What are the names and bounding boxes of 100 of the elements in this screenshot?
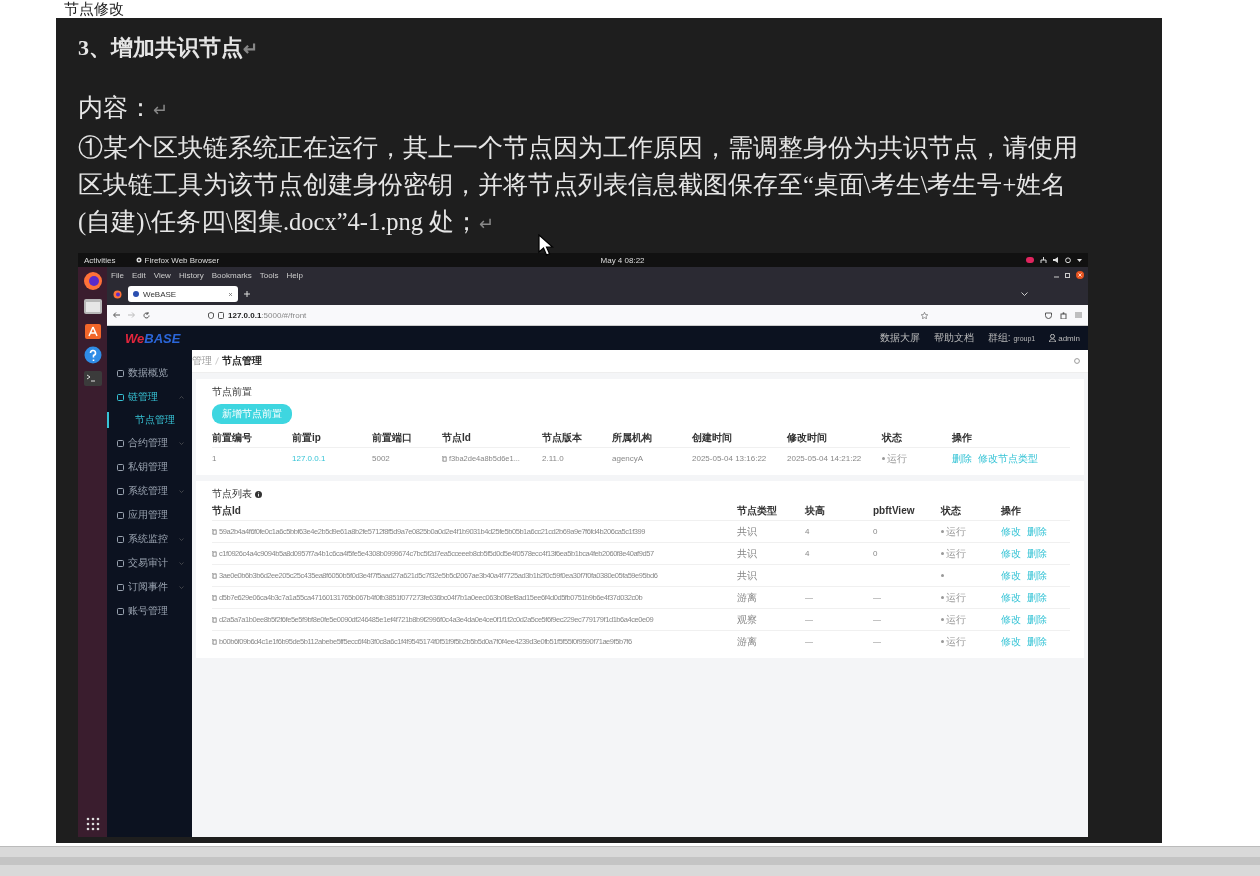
sidebar-item[interactable]: 账号管理 [107,602,192,620]
sidebar-item[interactable]: 数据概览 [107,364,192,382]
clock[interactable]: May 4 08:22 [600,255,645,265]
sidebar-item[interactable]: 合约管理 [107,434,192,452]
nav-link[interactable]: 数据大屏 [879,331,920,345]
square-icon [117,559,124,567]
shopping-bag-icon[interactable] [83,321,102,339]
menu-item[interactable]: File [111,270,124,280]
copy-icon[interactable] [212,572,217,579]
user-menu[interactable]: admin [1049,333,1080,343]
column-header: 节点Id [212,503,242,518]
copy-icon[interactable] [212,638,217,645]
menu-item[interactable]: View [153,270,171,280]
maximize-icon[interactable] [1065,272,1070,278]
status-dot-icon [941,618,944,621]
terminal-icon[interactable] [83,371,102,386]
app-grid-icon[interactable] [85,817,100,831]
status-text: 运行 [946,612,966,627]
column-header: pbftView [873,504,916,518]
menu-item[interactable]: Help [286,270,303,280]
square-icon [117,607,124,615]
column-header: 操作 [952,430,973,445]
status-dot-icon [941,552,944,555]
chevron-down-icon [179,561,184,565]
square-icon [117,439,124,447]
sidebar-item[interactable]: 链管理 [107,388,192,406]
table-cell: — [873,630,941,652]
table-cell: — [805,608,873,630]
copy-icon[interactable] [212,528,217,535]
close-icon[interactable] [1076,271,1084,279]
column-header: 修改时间 [787,430,828,445]
table-cell: 0 [873,520,941,542]
chevron-down-icon[interactable] [1021,291,1028,297]
paragraph: ①某个区块链系统正在运行，其上一个节点因为工作原因，需调整身份为共识节点，请使用区块链工具为该节点创建身份密钥，并将节点列表信息截图保存至“桌面\考生\考生号+姓名(自建)\任务四\图集.docx”4-1.png 处；↵ [78,134,1078,235]
url-text: 127.0.0.1:5000/#/front [228,310,307,320]
power-icon [1065,257,1071,263]
sidebar-item[interactable]: 系统管理 [107,482,192,500]
copy-icon[interactable] [212,616,217,623]
reload-icon[interactable] [143,311,150,319]
table-cell: 5002 [372,447,442,469]
table-cell: 0 [873,542,941,564]
breadcrumb-item: 节点管理 [222,354,262,368]
status-dot-icon [941,574,944,577]
activities-button[interactable]: Activities [84,255,116,265]
address-field[interactable]: 127.0.0.1:5000/#/front [208,310,928,320]
pocket-icon[interactable] [1045,311,1052,319]
info-icon[interactable] [255,490,262,498]
copy-icon[interactable] [442,455,447,462]
menu-item[interactable]: History [178,270,204,280]
plus-icon[interactable] [244,291,250,297]
square-icon [117,535,124,543]
app-menu[interactable]: Firefox Web Browser [135,255,220,265]
globe-icon [133,291,139,297]
table-cell: 共识 [737,564,805,586]
folder-icon[interactable] [83,298,102,314]
heading: 3、增加共识节点↵ [78,35,258,60]
sidebar-item[interactable]: 交易审计 [107,554,192,572]
page-icon [218,311,224,319]
square-icon [117,463,124,471]
status-text: 运行 [946,634,966,649]
table-cell: 观察 [737,608,805,630]
table-cell: 2025-05-04 13:16:22 [692,447,787,469]
firefox-icon[interactable] [82,271,103,291]
nav-link[interactable]: 帮助文档 [933,331,974,345]
sidebar-item[interactable]: 订阅事件 [107,578,192,596]
copy-icon[interactable] [212,594,217,601]
section-title: 节点列表 [212,487,252,501]
column-header: 状态 [882,430,903,445]
column-header: 状态 [941,503,962,518]
menu-item[interactable]: Bookmarks [211,270,252,280]
star-icon[interactable] [921,311,928,319]
help-icon[interactable] [83,346,102,364]
copy-icon[interactable] [212,550,217,557]
column-header: 创建时间 [692,430,733,445]
square-icon [117,393,124,401]
sidebar-item[interactable]: 系统监控 [107,530,192,548]
network-icon [1040,257,1047,263]
table-cell: 游离 [737,586,805,608]
menu-item[interactable]: Tools [259,270,279,280]
column-header: 节点版本 [542,430,583,445]
status-dot-icon [941,530,944,533]
table-cell: — [873,608,941,630]
tab-title: WeBASE [143,289,177,299]
sidebar-item[interactable]: 应用管理 [107,506,192,524]
user-icon [1049,334,1057,342]
menu-item[interactable]: Edit [131,270,146,280]
chevron-down-icon [179,585,184,589]
table-cell: 共识 [737,542,805,564]
back-icon[interactable] [113,312,120,318]
volume-icon [1053,257,1059,263]
browser-tab[interactable]: WeBASE [128,286,238,302]
sidebar-item[interactable]: 私钥管理 [107,458,192,476]
status-dot-icon [941,640,944,643]
chevron-down-icon [179,537,184,541]
table-cell: 共识 [737,520,805,542]
chevron-down-icon [179,489,184,493]
column-header: 节点Id [442,430,472,445]
status-text: 运行 [887,451,907,466]
column-header: 块高 [805,503,826,518]
status-dot-icon [941,596,944,599]
